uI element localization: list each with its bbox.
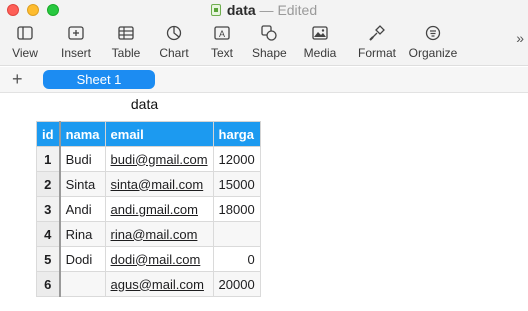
cell-id[interactable]: 2	[35, 171, 61, 197]
table-row: 3 Andi andi.gmail.com 18000	[35, 196, 261, 222]
chart-icon	[158, 24, 190, 42]
organize-icon	[408, 24, 458, 42]
document-status: Edited	[277, 2, 318, 18]
cell-email[interactable]: dodi@mail.com	[104, 246, 214, 272]
cell-harga[interactable]: 20000	[212, 271, 261, 297]
format-button[interactable]: Format	[356, 24, 398, 60]
insert-icon	[58, 24, 94, 42]
text-button[interactable]: A Text	[208, 24, 236, 60]
cell-harga[interactable]: 15000	[212, 171, 261, 197]
view-button[interactable]: View	[12, 24, 38, 60]
toolbar-overflow-chevron-icon[interactable]: »	[516, 30, 524, 46]
cell-harga[interactable]: 18000	[212, 196, 261, 222]
cell-nama[interactable]: Dodi	[58, 246, 106, 272]
cell-id[interactable]: 1	[35, 146, 61, 172]
cell-email[interactable]: agus@mail.com	[104, 271, 214, 297]
table-row: 2 Sinta sinta@mail.com 15000	[35, 171, 261, 197]
cell-nama[interactable]: Rina	[58, 221, 106, 247]
organize-button[interactable]: Organize	[408, 24, 458, 60]
cell-nama[interactable]: Sinta	[58, 171, 106, 197]
table-title[interactable]: data	[36, 96, 253, 112]
table-button[interactable]: Table	[110, 24, 142, 60]
column-header-id[interactable]: id	[35, 121, 61, 147]
cell-id[interactable]: 4	[35, 221, 61, 247]
cell-id[interactable]: 3	[35, 196, 61, 222]
window-title: data — Edited	[0, 2, 528, 18]
sheet-tab-bar: + Sheet 1	[0, 67, 528, 93]
cell-id[interactable]: 6	[35, 271, 61, 297]
table-row: 6 agus@mail.com 20000	[35, 271, 261, 297]
cell-nama[interactable]: Andi	[58, 196, 106, 222]
table-header-row: id nama email harga	[35, 121, 261, 147]
insert-button[interactable]: Insert	[58, 24, 94, 60]
toolbar: View Insert Table Chart A Text Shape Med…	[0, 22, 528, 66]
numbers-document-icon	[210, 4, 221, 16]
cell-email[interactable]: andi.gmail.com	[104, 196, 214, 222]
data-table[interactable]: id nama email harga 1 Budi budi@gmail.co…	[35, 121, 261, 297]
shape-icon	[252, 24, 286, 42]
column-header-harga[interactable]: harga	[212, 121, 261, 147]
sidebar-icon	[12, 24, 38, 42]
add-sheet-button[interactable]: +	[12, 69, 23, 89]
cell-email[interactable]: sinta@mail.com	[104, 171, 214, 197]
media-button[interactable]: Media	[302, 24, 338, 60]
format-icon	[356, 24, 398, 42]
cell-nama[interactable]: Budi	[58, 146, 106, 172]
cell-harga[interactable]	[212, 221, 261, 247]
media-icon	[302, 24, 338, 42]
cell-email[interactable]: budi@gmail.com	[104, 146, 214, 172]
table-icon	[110, 24, 142, 42]
chart-button[interactable]: Chart	[158, 24, 190, 60]
cell-nama[interactable]	[58, 271, 106, 297]
cell-harga[interactable]: 12000	[212, 146, 261, 172]
cell-email[interactable]: rina@mail.com	[104, 221, 214, 247]
table-row: 1 Budi budi@gmail.com 12000	[35, 146, 261, 172]
window-titlebar: data — Edited View Insert Table Chart A …	[0, 0, 528, 66]
table-row: 4 Rina rina@mail.com	[35, 221, 261, 247]
column-header-nama[interactable]: nama	[58, 121, 106, 147]
shape-button[interactable]: Shape	[252, 24, 287, 60]
document-name[interactable]: data	[227, 2, 256, 18]
cell-harga[interactable]: 0	[212, 246, 261, 272]
svg-text:A: A	[219, 29, 225, 39]
table-row: 5 Dodi dodi@mail.com 0	[35, 246, 261, 272]
column-header-email[interactable]: email	[104, 121, 214, 147]
tab-sheet-1[interactable]: Sheet 1	[43, 70, 155, 89]
cell-id[interactable]: 5	[35, 246, 61, 272]
text-icon: A	[208, 24, 236, 42]
